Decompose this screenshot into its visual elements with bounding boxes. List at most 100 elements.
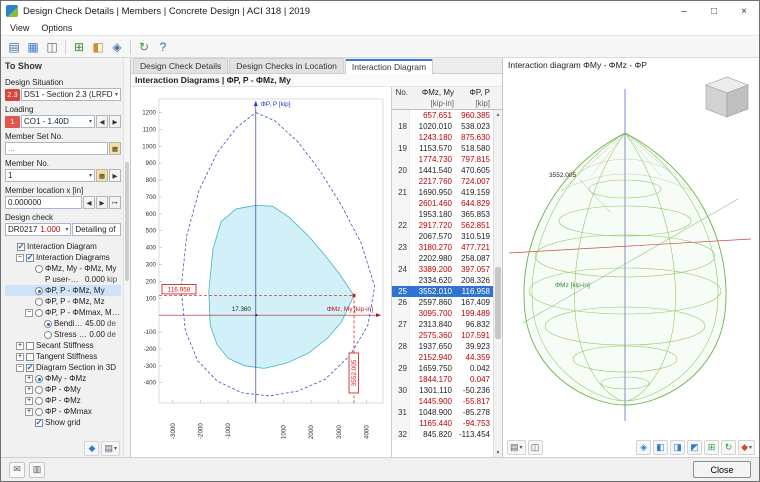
radio-button[interactable]: [35, 309, 43, 317]
tree-item-5[interactable]: ΦP, P - ΦMz, Mz: [5, 296, 121, 307]
interaction-point-row-7[interactable]: 211690.950419.159: [392, 187, 502, 198]
refresh-icon[interactable]: ↻: [135, 38, 153, 56]
tree-item-6[interactable]: −ΦP, P - ΦMmax, Mmax: [5, 307, 121, 318]
maximize-button[interactable]: □: [699, 1, 729, 21]
view-isometric-button[interactable]: ◈: [636, 440, 651, 455]
location-next-button[interactable]: ▶: [96, 196, 108, 209]
member-no-select[interactable]: 1 ▾: [5, 169, 95, 182]
tree-item-2[interactable]: ΦMz, My - ΦMz, My: [5, 263, 121, 274]
tab-interaction-diagram[interactable]: Interaction Diagram: [345, 59, 433, 74]
close-window-button[interactable]: ×: [729, 1, 759, 21]
location-ruler-button[interactable]: ↦: [109, 196, 121, 209]
tree-item-11[interactable]: −Diagram Section in 3D: [5, 362, 121, 373]
view-side-button[interactable]: ◨: [670, 440, 685, 455]
interaction-point-row-12[interactable]: 233180.270477.721: [392, 242, 502, 253]
tree-item-3[interactable]: P user-defined P0.000kip: [5, 274, 121, 285]
design-situation-select[interactable]: DS1 - Section 2.3 (LRFD), 1. to 5. ▾: [21, 88, 121, 101]
interaction-point-row-22[interactable]: 2152.94044.359: [392, 352, 502, 363]
interaction-point-row-27[interactable]: 311048.900-85.278: [392, 407, 502, 418]
copy-graphic-button[interactable]: ◫: [528, 440, 543, 455]
print-panel-button[interactable]: ▤▾: [101, 441, 120, 456]
view-front-button[interactable]: ◧: [653, 440, 668, 455]
graphic-settings-button[interactable]: ◆▾: [738, 440, 755, 455]
interaction-point-row-9[interactable]: 1953.180365.853: [392, 209, 502, 220]
scroll-down-button[interactable]: ▼: [494, 448, 502, 457]
design-check-code[interactable]: DR0217 1.000 ▾: [5, 223, 71, 236]
tree-item-7[interactable]: Bending mome...45.00de: [5, 318, 121, 329]
radio-button[interactable]: [35, 265, 43, 273]
design-check-description[interactable]: Detailing of Reinforc...: [72, 223, 121, 236]
interaction-point-row-11[interactable]: 2067.570310.519: [392, 231, 502, 242]
interaction-point-row-14[interactable]: 243389.200397.057: [392, 264, 502, 275]
interaction-point-row-17[interactable]: 262597.860167.409: [392, 297, 502, 308]
print-graphic-button[interactable]: ▤▾: [507, 440, 526, 455]
interaction-point-row-23[interactable]: 291659.7500.042: [392, 363, 502, 374]
tree-item-4[interactable]: ΦP, P - ΦMz, My: [5, 285, 121, 296]
rotate-view-button[interactable]: ↻: [721, 440, 736, 455]
tab-design-check-details[interactable]: Design Check Details: [133, 58, 228, 73]
interaction-point-row-0[interactable]: 657.651960.385: [392, 110, 502, 121]
minimize-button[interactable]: –: [669, 1, 699, 21]
tree-expander-icon[interactable]: +: [25, 397, 33, 405]
radio-button[interactable]: [44, 320, 52, 328]
scrollbar-thumb[interactable]: [125, 162, 129, 282]
interaction-point-row-18[interactable]: 3095.700199.489: [392, 308, 502, 319]
print-report-icon[interactable]: ▤: [5, 38, 23, 56]
loading-select[interactable]: CO1 - 1.40D ▾: [21, 115, 95, 128]
tree-item-1[interactable]: −Interaction Diagrams: [5, 252, 121, 263]
interaction-point-row-21[interactable]: 281937.65039.923: [392, 341, 502, 352]
scroll-up-button[interactable]: ▲: [494, 110, 502, 119]
checkbox[interactable]: [26, 342, 34, 350]
next-loading-button[interactable]: ▶: [109, 115, 121, 128]
zoom-fit-button[interactable]: ⊞: [704, 440, 719, 455]
interaction-point-row-16[interactable]: 253552.010116.958: [392, 286, 502, 297]
radio-button[interactable]: [35, 287, 43, 295]
tree-item-10[interactable]: +Tangent Stiffness: [5, 351, 121, 362]
select-member-button[interactable]: ▦: [96, 169, 108, 182]
radio-button[interactable]: [35, 408, 43, 416]
checkbox[interactable]: [26, 254, 34, 262]
tree-item-16[interactable]: Show grid: [5, 417, 121, 428]
table-scrollbar[interactable]: ▲ ▼: [493, 110, 502, 457]
tab-design-checks-in-location[interactable]: Design Checks in Location: [229, 58, 344, 73]
member-set-input[interactable]: ...: [5, 142, 108, 155]
tree-expander-icon[interactable]: +: [16, 342, 24, 350]
interaction-point-row-5[interactable]: 201441.540470.605: [392, 165, 502, 176]
member-location-input[interactable]: 0.000000: [5, 196, 82, 209]
location-previous-button[interactable]: ◀: [83, 196, 95, 209]
close-button[interactable]: Close: [693, 461, 751, 478]
copy-icon[interactable]: ◫: [43, 38, 61, 56]
interaction-point-row-8[interactable]: 2601.460644.829: [392, 198, 502, 209]
tree-expander-icon[interactable]: +: [25, 375, 33, 383]
interaction-point-row-2[interactable]: 1243.180875.630: [392, 132, 502, 143]
tree-item-12[interactable]: +ΦMy - ΦMz: [5, 373, 121, 384]
radio-button[interactable]: [35, 397, 43, 405]
tree-item-15[interactable]: +ΦP - ΦMmax: [5, 406, 121, 417]
interaction-point-row-15[interactable]: 2334.620208.326: [392, 275, 502, 286]
radio-button[interactable]: [44, 331, 52, 339]
tree-expander-icon[interactable]: +: [25, 408, 33, 416]
interaction-diagram-chart[interactable]: 120011001000900800700600500400300200100-…: [131, 87, 391, 457]
interaction-point-row-29[interactable]: 32845.820-113.454: [392, 429, 502, 440]
view-top-button[interactable]: ◩: [687, 440, 702, 455]
left-panel-scrollbar[interactable]: [123, 58, 130, 457]
tree-item-14[interactable]: +ΦP - ΦMz: [5, 395, 121, 406]
checkbox[interactable]: [26, 353, 34, 361]
radio-button[interactable]: [35, 386, 43, 394]
navigation-cube[interactable]: [706, 77, 748, 117]
tree-expander-icon[interactable]: +: [25, 386, 33, 394]
tree-item-8[interactable]: Stress plane an...0.00de: [5, 329, 121, 340]
interaction-point-row-28[interactable]: 1165.440-94.753: [392, 418, 502, 429]
select-member-set-button[interactable]: ▦: [109, 142, 121, 155]
diagram-settings-icon[interactable]: ◈: [108, 38, 126, 56]
tree-item-9[interactable]: +Secant Stiffness: [5, 340, 121, 351]
interaction-point-row-10[interactable]: 222917.720562.851: [392, 220, 502, 231]
interaction-point-row-26[interactable]: 1445.900-55.817: [392, 396, 502, 407]
interaction-point-row-19[interactable]: 272313.84096.832: [392, 319, 502, 330]
menu-options[interactable]: Options: [35, 23, 78, 33]
interaction-point-row-24[interactable]: 1844.1700.047: [392, 374, 502, 385]
navigator-icon[interactable]: ⊞: [70, 38, 88, 56]
checkbox[interactable]: [35, 419, 43, 427]
interaction-point-row-6[interactable]: 2217.760724.007: [392, 176, 502, 187]
3d-interaction-view[interactable]: 3552.005 ΦMz [kip-in]: [503, 71, 757, 437]
